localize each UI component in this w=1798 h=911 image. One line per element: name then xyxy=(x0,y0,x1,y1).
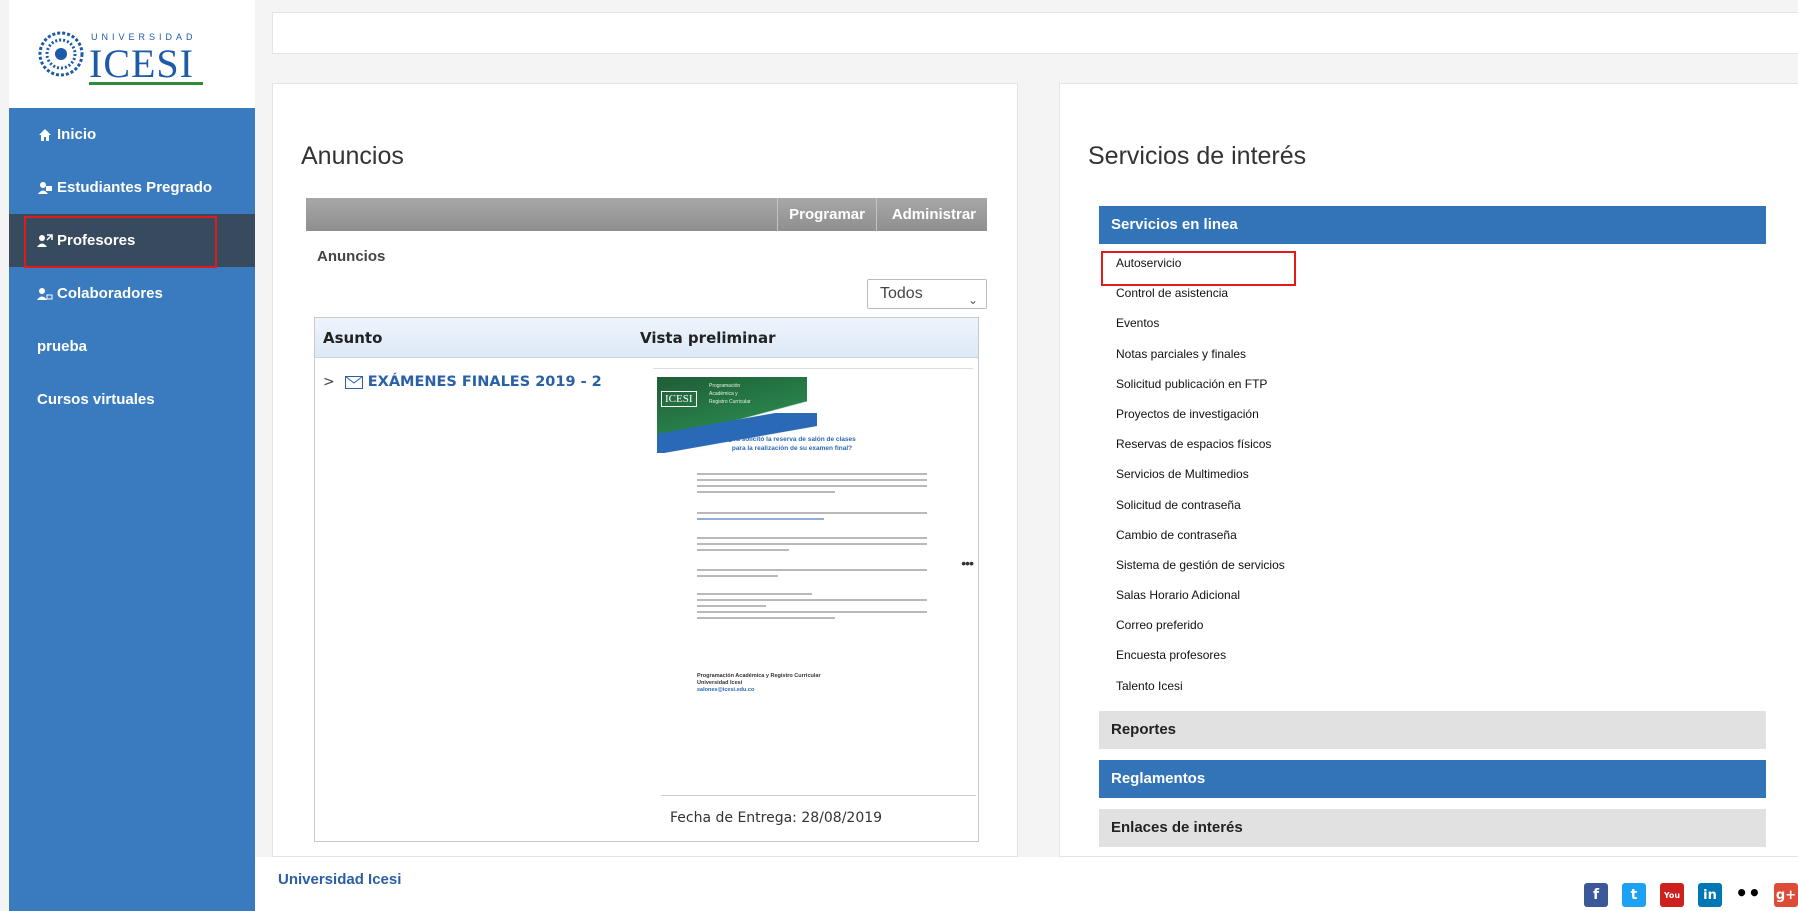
administrar-button[interactable]: Administrar xyxy=(881,198,987,231)
link-encuesta-profesores[interactable]: Encuesta profesores xyxy=(1116,648,1285,678)
sidebar-item-profesores[interactable]: Profesores xyxy=(9,214,255,267)
link-salas-horario[interactable]: Salas Horario Adicional xyxy=(1116,588,1285,618)
accordion-servicios-en-linea[interactable]: Servicios en linea xyxy=(1099,206,1766,244)
more-options-icon[interactable]: ••• xyxy=(961,555,974,571)
youtube-icon[interactable]: You xyxy=(1660,883,1684,907)
flyer-header-line: Registro Curricular xyxy=(709,399,751,405)
link-control-asistencia[interactable]: Control de asistencia xyxy=(1116,286,1285,316)
sidebar-item-label: Inicio xyxy=(57,126,97,143)
filter-select[interactable]: Todos ⌄ xyxy=(867,279,987,309)
sidebar: UNIVERSIDAD ICESI Inicio Estudiantes Pre… xyxy=(9,0,255,911)
sidebar-item-colaboradores[interactable]: Colaboradores xyxy=(9,267,255,320)
flyer-paragraph xyxy=(697,537,927,555)
accordion-reportes[interactable]: Reportes xyxy=(1099,711,1766,749)
sidebar-item-inicio[interactable]: Inicio xyxy=(9,108,255,161)
table-header: Asunto Vista preliminar xyxy=(315,318,978,358)
footer-link-universidad[interactable]: Universidad Icesi xyxy=(278,871,401,888)
icesi-seal-icon xyxy=(38,31,84,77)
link-autoservicio[interactable]: Autoservicio xyxy=(1116,256,1285,286)
column-header-vista-preliminar: Vista preliminar xyxy=(640,329,776,347)
teacher-icon xyxy=(37,233,53,249)
link-correo-preferido[interactable]: Correo preferido xyxy=(1116,618,1285,648)
flyer-signature-line: Universidad Icesi xyxy=(697,680,743,686)
sidebar-item-cursos-virtuales[interactable]: Cursos virtuales xyxy=(9,373,255,426)
anuncios-panel: Anuncios Programar Administrar Anuncios … xyxy=(272,83,1018,857)
link-solicitud-contrasena[interactable]: Solicitud de contraseña xyxy=(1116,498,1285,528)
sidebar-item-label: Estudiantes Pregrado xyxy=(57,179,213,196)
link-reservas-espacios[interactable]: Reservas de espacios físicos xyxy=(1116,437,1285,467)
flyer-paragraph xyxy=(697,512,927,524)
announcement-subject: EXÁMENES FINALES 2019 - 2 xyxy=(367,374,602,390)
table-row[interactable]: > EXÁMENES FINALES 2019 - 2 xyxy=(323,374,602,390)
servicios-link-list: Autoservicio Control de asistencia Event… xyxy=(1116,256,1285,709)
facebook-icon[interactable]: f xyxy=(1584,883,1608,907)
logo-underline xyxy=(89,82,203,85)
home-icon xyxy=(37,127,53,143)
announcement-preview: ICESI Programación Académica y Registro … xyxy=(653,368,974,788)
top-bar xyxy=(272,12,1798,54)
link-talento-icesi[interactable]: Talento Icesi xyxy=(1116,679,1285,709)
flyer-image: ICESI Programación Académica y Registro … xyxy=(657,377,927,697)
link-multimedios[interactable]: Servicios de Multimedios xyxy=(1116,467,1285,497)
programar-button[interactable]: Programar xyxy=(777,198,877,231)
students-icon xyxy=(37,180,53,196)
link-gestion-servicios[interactable]: Sistema de gestión de servicios xyxy=(1116,558,1285,588)
logo[interactable]: UNIVERSIDAD ICESI xyxy=(9,0,255,108)
mail-icon xyxy=(344,375,363,389)
flyer-header-line: Académica y xyxy=(709,391,738,397)
column-header-asunto: Asunto xyxy=(323,329,383,347)
flyer-signature-line: Programación Académica y Registro Curric… xyxy=(697,673,821,679)
due-date: Fecha de Entrega: 28/08/2019 xyxy=(661,795,976,826)
flyer-question-line: ¿Ya solicitó la reserva de salón de clas… xyxy=(728,436,856,443)
filter-selected-value: Todos xyxy=(880,285,923,302)
flyer-question-line: para la realización de su examen final? xyxy=(731,445,853,452)
link-solicitud-ftp[interactable]: Solicitud publicación en FTP xyxy=(1116,377,1285,407)
flyer-paragraph xyxy=(697,473,927,497)
flyer-question: ¿Ya solicitó la reserva de salón de clas… xyxy=(717,435,867,453)
linkedin-icon[interactable]: in xyxy=(1698,883,1722,907)
collaborators-icon xyxy=(37,286,53,302)
flyer-signature: Programación Académica y Registro Curric… xyxy=(697,673,821,694)
social-links: f t You in •• g+ xyxy=(1584,881,1798,909)
googleplus-icon[interactable]: g+ xyxy=(1774,883,1798,907)
flyer-paragraph xyxy=(697,569,927,581)
anuncios-toolbar: Programar Administrar xyxy=(306,198,987,231)
anuncios-subtitle: Anuncios xyxy=(317,248,386,265)
chevron-down-icon: ⌄ xyxy=(967,293,978,307)
sidebar-item-label: prueba xyxy=(37,338,88,355)
sidebar-item-prueba[interactable]: prueba xyxy=(9,320,255,373)
link-notas[interactable]: Notas parciales y finales xyxy=(1116,347,1285,377)
accordion-reglamentos[interactable]: Reglamentos xyxy=(1099,760,1766,798)
flyer-paragraph xyxy=(697,593,927,623)
anuncios-table: Asunto Vista preliminar > EXÁMENES FINAL… xyxy=(314,317,979,842)
servicios-panel: Servicios de interés Servicios en linea … xyxy=(1059,83,1798,857)
chevron-right-icon[interactable]: > xyxy=(323,374,335,390)
twitter-icon[interactable]: t xyxy=(1622,883,1646,907)
sidebar-item-label: Profesores xyxy=(57,232,136,249)
logo-main-text: ICESI xyxy=(89,41,194,86)
flyer-signature-line: salones@icesi.edu.co xyxy=(697,687,755,693)
flyer-header-line: Programación xyxy=(709,383,741,389)
sidebar-item-label: Cursos virtuales xyxy=(37,391,155,408)
accordion-enlaces-interes[interactable]: Enlaces de interés xyxy=(1099,809,1766,847)
servicios-title: Servicios de interés xyxy=(1088,142,1307,170)
flyer-logo: ICESI xyxy=(661,391,697,407)
link-cambio-contrasena[interactable]: Cambio de contraseña xyxy=(1116,528,1285,558)
anuncios-title: Anuncios xyxy=(301,142,404,170)
flyer-header: Programación Académica y Registro Curric… xyxy=(709,382,751,406)
link-eventos[interactable]: Eventos xyxy=(1116,316,1285,346)
link-proyectos-investigacion[interactable]: Proyectos de investigación xyxy=(1116,407,1285,437)
sidebar-item-estudiantes-pregrado[interactable]: Estudiantes Pregrado xyxy=(9,161,255,214)
footer: Universidad Icesi f t You in •• g+ xyxy=(255,857,1798,911)
flickr-icon[interactable]: •• xyxy=(1735,881,1761,905)
sidebar-item-label: Colaboradores xyxy=(57,285,163,302)
